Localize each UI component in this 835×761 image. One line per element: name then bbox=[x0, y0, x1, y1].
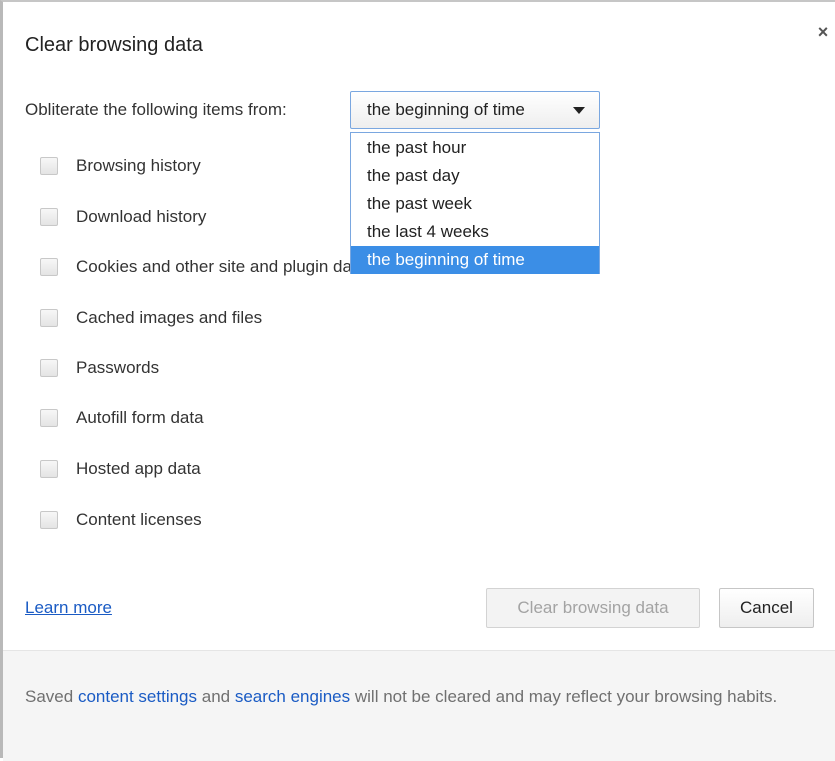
autofill-checkbox[interactable] bbox=[40, 409, 58, 427]
option-past-day[interactable]: the past day bbox=[351, 162, 599, 190]
footer-prefix: Saved bbox=[25, 687, 78, 706]
clear-browsing-data-dialog: Clear browsing data × Obliterate the fol… bbox=[0, 0, 835, 761]
dropdown-arrow-icon bbox=[573, 107, 585, 114]
browsing-history-checkbox[interactable] bbox=[40, 157, 58, 175]
checkbox-label: Content licenses bbox=[76, 510, 202, 529]
hosted-app-data-checkbox[interactable] bbox=[40, 460, 58, 478]
option-last-4-weeks[interactable]: the last 4 weeks bbox=[351, 218, 599, 246]
dialog-title: Clear browsing data bbox=[25, 34, 203, 56]
footer-suffix: will not be cleared and may reflect your… bbox=[350, 687, 778, 706]
clear-browsing-data-button[interactable]: Clear browsing data bbox=[486, 588, 700, 628]
content-licenses-checkbox[interactable] bbox=[40, 511, 58, 529]
checkbox-label: Passwords bbox=[76, 358, 160, 377]
content-settings-link[interactable]: content settings bbox=[78, 687, 197, 706]
time-range-select[interactable]: the beginning of time bbox=[350, 91, 600, 129]
checkbox-label: Download history bbox=[76, 207, 207, 226]
time-range-label: Obliterate the following items from: bbox=[25, 100, 287, 119]
footer-text: Saved content settings and search engine… bbox=[25, 681, 805, 712]
footer-middle: and bbox=[197, 687, 235, 706]
download-history-checkbox[interactable] bbox=[40, 208, 58, 226]
option-beginning-of-time[interactable]: the beginning of time bbox=[351, 246, 599, 274]
time-range-dropdown-list: the past hour the past day the past week… bbox=[350, 132, 600, 274]
search-engines-link[interactable]: search engines bbox=[235, 687, 350, 706]
learn-more-link[interactable]: Learn more bbox=[25, 598, 112, 618]
checkbox-label: Browsing history bbox=[76, 156, 201, 175]
checkbox-label: Cached images and files bbox=[76, 308, 263, 327]
cached-images-checkbox[interactable] bbox=[40, 309, 58, 327]
option-past-week[interactable]: the past week bbox=[351, 190, 599, 218]
checkbox-label: Autofill form data bbox=[76, 408, 204, 427]
cancel-button[interactable]: Cancel bbox=[719, 588, 814, 628]
close-icon[interactable]: × bbox=[812, 21, 834, 43]
time-range-selected-value: the beginning of time bbox=[367, 100, 525, 119]
checkbox-label: Cookies and other site and plugin data bbox=[76, 257, 367, 276]
passwords-checkbox[interactable] bbox=[40, 359, 58, 377]
cookies-checkbox[interactable] bbox=[40, 258, 58, 276]
option-past-hour[interactable]: the past hour bbox=[351, 134, 599, 162]
checkbox-label: Hosted app data bbox=[76, 459, 201, 478]
footer-notice: Saved content settings and search engine… bbox=[3, 650, 835, 761]
